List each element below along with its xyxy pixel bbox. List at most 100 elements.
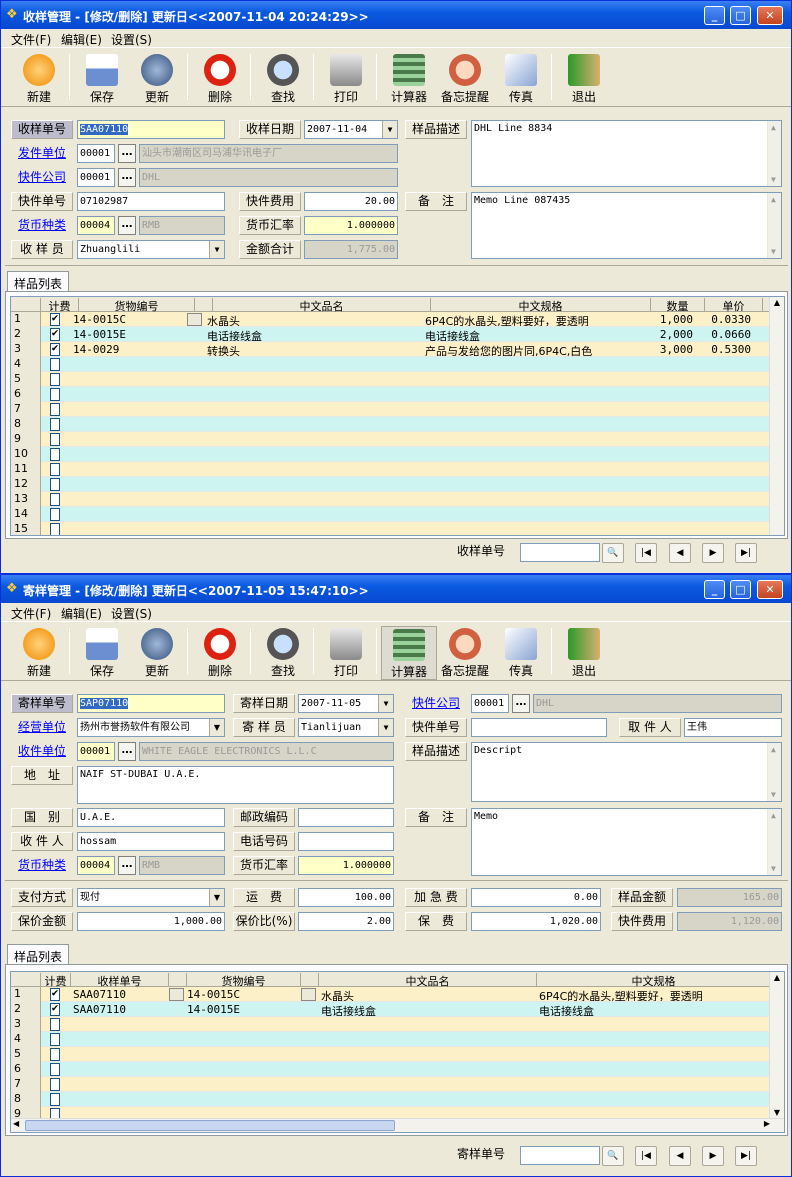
- refresh-button[interactable]: 更新: [129, 52, 185, 106]
- billing-checkbox[interactable]: [50, 493, 60, 506]
- sample-desc-textarea[interactable]: DHL Line 8834 ▲ ▼: [471, 120, 782, 187]
- price-cell[interactable]: [699, 523, 751, 535]
- goods-code-cell[interactable]: [73, 418, 189, 431]
- billing-checkbox[interactable]: [50, 403, 60, 416]
- qty-cell[interactable]: [645, 463, 693, 476]
- sender-unit-link[interactable]: 发件单位: [11, 144, 73, 163]
- close-button[interactable]: ✕: [757, 6, 783, 25]
- pickup-person-field[interactable]: 王伟: [684, 718, 782, 737]
- col-cn-name[interactable]: 中文品名: [213, 298, 431, 313]
- refresh-button[interactable]: 更新: [129, 626, 185, 680]
- scroll-right-icon[interactable]: ▶: [764, 1119, 770, 1128]
- billing-checkbox[interactable]: ✔: [50, 343, 60, 356]
- qty-cell[interactable]: [645, 388, 693, 401]
- qty-cell[interactable]: [645, 493, 693, 506]
- memo-reminder-button[interactable]: 备忘提醒: [437, 52, 493, 106]
- goods-code-cell[interactable]: [187, 1018, 299, 1031]
- exchange-rate-field[interactable]: 1.000000: [304, 216, 398, 235]
- goods-code-cell[interactable]: [73, 493, 189, 506]
- title-bar[interactable]: ❖ 寄样管理 - [修改/删除] 更新日<<2007-11-05 15:47:1…: [1, 575, 791, 603]
- cn-name-cell[interactable]: [207, 433, 425, 446]
- currency-link[interactable]: 货币种类: [11, 216, 73, 235]
- menu-settings[interactable]: 设置(S): [111, 605, 152, 622]
- country-field[interactable]: U.A.E.: [77, 808, 225, 827]
- goods-code-cell[interactable]: [73, 433, 189, 446]
- cn-spec-cell[interactable]: [425, 508, 645, 521]
- table-row[interactable]: 12: [11, 477, 771, 492]
- price-cell[interactable]: [699, 358, 751, 371]
- table-row[interactable]: 9: [11, 432, 771, 447]
- billing-checkbox[interactable]: [50, 1078, 60, 1091]
- receive-no-cell[interactable]: SAA07110: [73, 988, 167, 1001]
- chevron-down-icon[interactable]: ▼: [378, 719, 393, 736]
- horizontal-scrollbar[interactable]: ◀ ▶: [11, 1118, 784, 1132]
- goods-code-cell[interactable]: [73, 373, 189, 386]
- insured-amount-field[interactable]: 1,000.00: [77, 912, 225, 931]
- billing-checkbox[interactable]: [50, 478, 60, 491]
- table-row[interactable]: 7: [11, 1077, 771, 1092]
- billing-checkbox[interactable]: [50, 358, 60, 371]
- tab-sample-list[interactable]: 样品列表: [7, 944, 69, 964]
- last-record-button[interactable]: ▶|: [735, 543, 757, 563]
- recipient-field[interactable]: hossam: [77, 832, 225, 851]
- billing-checkbox[interactable]: [50, 418, 60, 431]
- chevron-down-icon[interactable]: ▼: [209, 719, 224, 736]
- postcode-field[interactable]: [298, 808, 394, 827]
- cn-name-cell[interactable]: [207, 373, 425, 386]
- cn-name-cell[interactable]: 水晶头: [207, 313, 425, 326]
- goods-code-cell[interactable]: 14-0015E: [187, 1003, 299, 1016]
- cn-name-cell[interactable]: [207, 388, 425, 401]
- send-date-picker[interactable]: 2007-11-05 ▼: [298, 694, 394, 713]
- goods-code-cell[interactable]: [73, 388, 189, 401]
- currency-code-field[interactable]: 00004: [77, 216, 115, 235]
- billing-checkbox[interactable]: [50, 448, 60, 461]
- goods-code-cell[interactable]: [73, 463, 189, 476]
- tracking-no-field[interactable]: 07102987: [77, 192, 225, 211]
- col-billing[interactable]: 计费: [41, 973, 71, 988]
- table-row[interactable]: 4: [11, 357, 771, 372]
- cn-name-cell[interactable]: [207, 358, 425, 371]
- minimize-button[interactable]: _: [704, 6, 725, 25]
- billing-checkbox[interactable]: [50, 388, 60, 401]
- scroll-down-icon[interactable]: ▼: [771, 1108, 783, 1117]
- send-no-field[interactable]: SAP07110: [77, 694, 225, 713]
- billing-checkbox[interactable]: ✔: [50, 988, 60, 1001]
- delete-button[interactable]: 删除: [192, 52, 248, 106]
- scroll-thumb[interactable]: [25, 1120, 395, 1131]
- cn-spec-cell[interactable]: [539, 1018, 769, 1031]
- tab-sample-list[interactable]: 样品列表: [7, 271, 69, 291]
- col-qty[interactable]: 数量: [651, 298, 705, 313]
- fax-button[interactable]: 传真: [493, 52, 549, 106]
- receive-no-cell[interactable]: [73, 1018, 167, 1031]
- memo-reminder-button[interactable]: 备忘提醒: [437, 626, 493, 680]
- print-button[interactable]: 打印: [318, 626, 374, 680]
- prev-record-button[interactable]: ◀: [669, 1146, 691, 1166]
- qty-cell[interactable]: 2,000: [645, 328, 693, 341]
- sender-select[interactable]: Tianlijuan ▼: [298, 718, 394, 737]
- goods-code-cell[interactable]: [73, 508, 189, 521]
- cn-spec-cell[interactable]: [425, 463, 645, 476]
- cn-name-cell[interactable]: [207, 448, 425, 461]
- cn-spec-cell[interactable]: 电话接线盒: [425, 328, 645, 341]
- urgent-fee-field[interactable]: 0.00: [471, 888, 601, 907]
- cn-spec-cell[interactable]: 6P4C的水晶头,塑料要好，要透明: [539, 988, 769, 1001]
- table-row[interactable]: 3 ✔ 14-0029 转换头 产品与发给您的图片同,6P4C,白色 3,000 0.530…: [11, 342, 771, 357]
- scrollbar[interactable]: ▲ ▼: [767, 809, 781, 875]
- billing-checkbox[interactable]: [50, 433, 60, 446]
- phone-field[interactable]: [298, 832, 394, 851]
- col-cn-spec[interactable]: 中文规格: [537, 973, 771, 988]
- price-cell[interactable]: [699, 448, 751, 461]
- cn-spec-cell[interactable]: [425, 448, 645, 461]
- first-record-button[interactable]: |◀: [635, 543, 657, 563]
- menu-file[interactable]: 文件(F): [11, 31, 51, 48]
- express-code-field[interactable]: 00001: [471, 694, 509, 713]
- table-row[interactable]: 14: [11, 507, 771, 522]
- cn-spec-cell[interactable]: 电话接线盒: [539, 1003, 769, 1016]
- receive-unit-link[interactable]: 收件单位: [11, 742, 73, 761]
- cn-spec-cell[interactable]: [539, 1033, 769, 1046]
- title-bar[interactable]: ❖ 收样管理 - [修改/删除] 更新日<<2007-11-04 20:24:2…: [1, 1, 791, 29]
- goods-code-cell[interactable]: 14-0015C: [187, 988, 299, 1001]
- receive-no-cell[interactable]: [73, 1033, 167, 1046]
- cn-spec-cell[interactable]: [425, 478, 645, 491]
- search-go-button[interactable]: 🔍: [602, 1146, 624, 1166]
